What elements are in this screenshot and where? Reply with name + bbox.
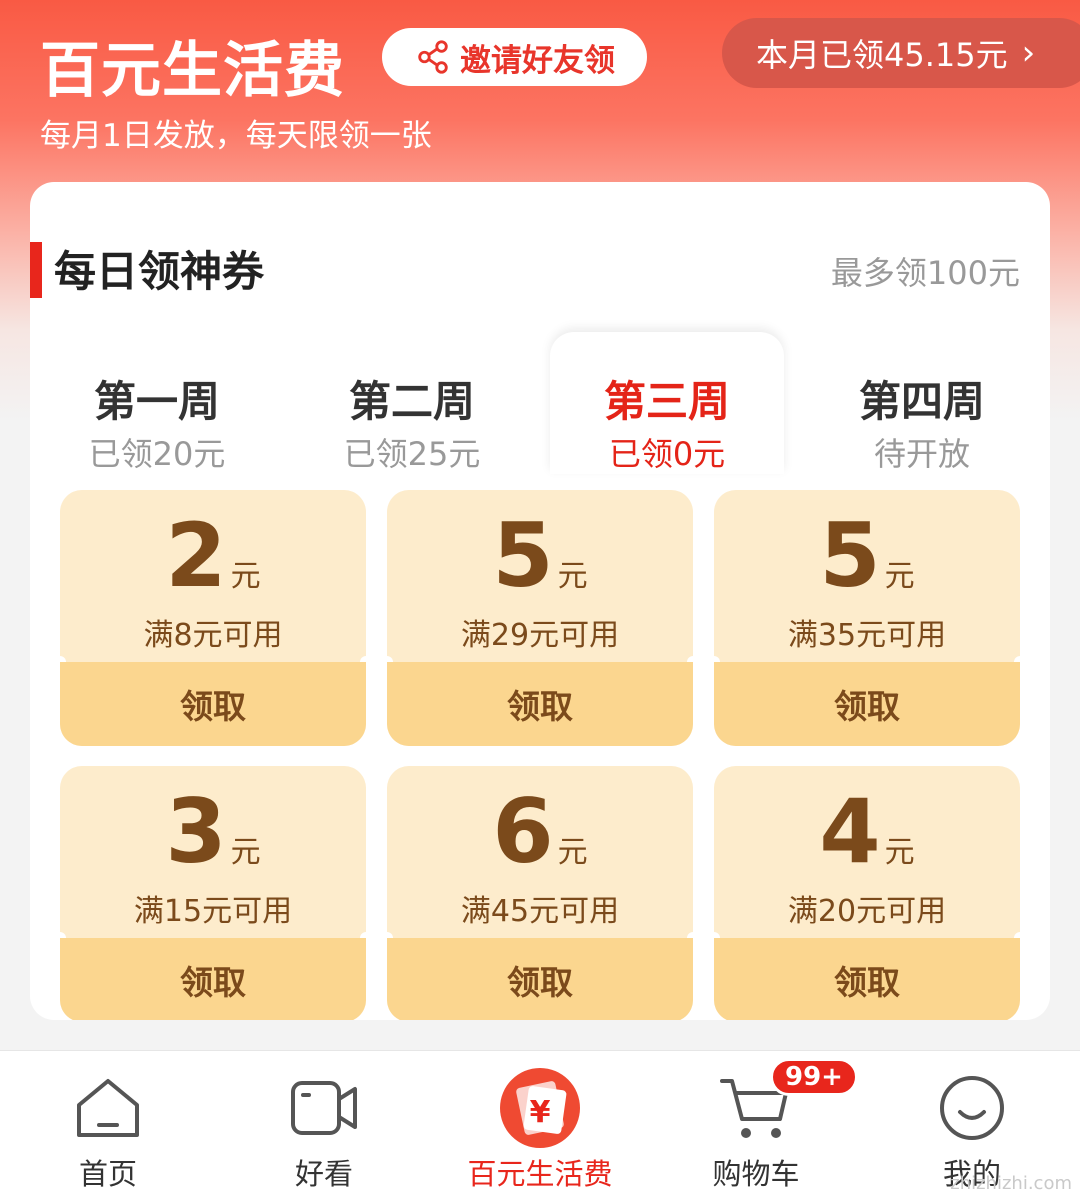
coupon-unit: 元 [230,835,261,870]
tab-week-4[interactable]: 第四周 待开放 [805,332,1039,474]
coupon: 3元 满15元可用 领取 [60,766,366,1020]
coupon: 2元 满8元可用 领取 [60,490,366,746]
nav-home[interactable]: 首页 [18,1069,198,1193]
week-name: 第三周 [603,377,730,426]
tab-week-1[interactable]: 第一周 已领20元 [40,332,274,474]
week-status: 已领0元 [608,435,726,473]
nav-label: 好看 [294,1157,353,1191]
tab-week-3[interactable]: 第三周 已领0元 [550,332,784,474]
nav-video[interactable]: 好看 [234,1069,414,1193]
page-subtitle: 每月1日发放，每天限领一张 [40,118,432,154]
section-accent-bar [30,242,42,298]
coupon-condition: 满8元可用 [143,618,283,653]
coupon-condition: 满35元可用 [787,618,947,653]
profile-icon [940,1076,1004,1140]
week-name: 第二周 [348,377,475,426]
coupon-amount: 4 [819,780,881,883]
coupon-unit: 元 [557,559,588,594]
coupon-amount: 5 [819,504,881,607]
month-claimed-button[interactable]: 本月已领45.15元 › [722,18,1080,88]
invite-label: 邀请好友领 [460,42,615,79]
cart-count-badge: 99+ [770,1058,858,1096]
coupon-amount: 5 [492,504,554,607]
coupon-condition: 满15元可用 [133,894,293,929]
tab-week-2[interactable]: 第二周 已领25元 [295,332,529,474]
week-name: 第四周 [858,377,985,426]
coupon-card: 每日领神券 最多领100元 第一周 已领20元 第二周 已领25元 第三周 已领… [30,182,1050,1020]
share-icon [418,40,448,74]
coupon: 4元 满20元可用 领取 [714,766,1020,1020]
section-title: 每日领神券 [54,247,265,296]
video-icon [291,1081,357,1135]
nav-living-allowance[interactable]: ¥ 百元生活费 [450,1068,630,1193]
svg-text:¥: ¥ [530,1095,551,1130]
coupon: 5元 满29元可用 领取 [387,490,693,746]
week-status: 待开放 [873,435,970,473]
chevron-right-icon: › [1021,33,1036,73]
page-title: 百元生活费 [40,36,345,106]
claim-button[interactable]: 领取 [714,938,1020,1020]
week-status: 已领25元 [343,435,481,473]
claim-button[interactable]: 领取 [387,662,693,746]
invite-friends-button[interactable]: 邀请好友领 [382,28,647,86]
bottom-nav: 首页 好看 ¥ 百元生活费 购物车 我的 [0,1050,1080,1200]
watermark: zhizhizhi.com [950,1173,1072,1194]
coupon-amount: 6 [492,780,554,883]
coupon: 6元 满45元可用 领取 [387,766,693,1020]
coupon: 5元 满35元可用 领取 [714,490,1020,746]
section-max-note: 最多领100元 [830,254,1020,292]
coupon-amount: 2 [165,504,227,607]
week-status: 已领20元 [88,435,226,473]
home-icon [77,1079,139,1137]
coupon-unit: 元 [884,559,915,594]
coupon-amount: 3 [165,780,227,883]
month-claimed-text: 本月已领45.15元 [756,36,1008,74]
coupon-unit: 元 [230,559,261,594]
red-envelope-icon: ¥ [500,1068,580,1148]
coupon-unit: 元 [557,835,588,870]
week-name: 第一周 [93,377,220,426]
nav-label: 百元生活费 [467,1157,613,1191]
coupon-condition: 满20元可用 [787,894,947,929]
claim-button[interactable]: 领取 [714,662,1020,746]
nav-label: 首页 [78,1157,137,1191]
coupon-condition: 满45元可用 [460,894,620,929]
claim-button[interactable]: 领取 [60,662,366,746]
claim-button[interactable]: 领取 [60,938,366,1020]
coupon-condition: 满29元可用 [460,618,620,653]
nav-label: 购物车 [712,1157,800,1191]
coupon-unit: 元 [884,835,915,870]
claim-button[interactable]: 领取 [387,938,693,1020]
